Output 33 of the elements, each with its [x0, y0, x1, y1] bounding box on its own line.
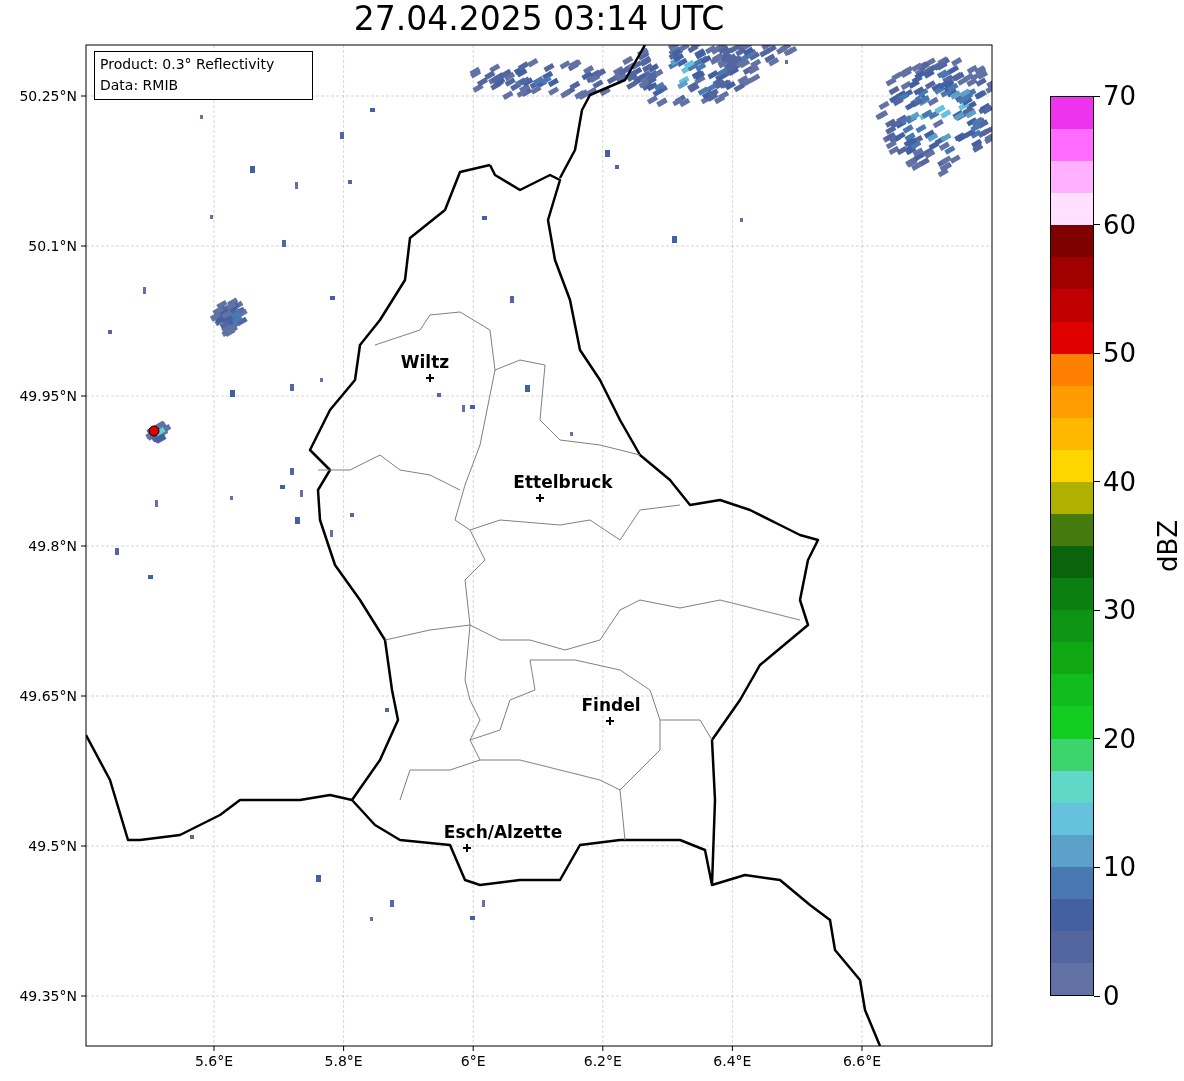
city-marker-icon	[605, 716, 615, 726]
latitude-label: 50.1°N	[28, 238, 77, 254]
colorbar-tick-label: 10	[1103, 852, 1137, 883]
city-label: Esch/Alzette	[443, 822, 563, 842]
latitude-label: 49.35°N	[19, 988, 77, 1004]
longitude-label: 6.2°E	[583, 1053, 622, 1069]
colorbar-label: dBZ	[1153, 519, 1184, 573]
colorbar-tick-label: 30	[1103, 595, 1137, 626]
colorbar-tick-label: 50	[1103, 338, 1137, 369]
latitude-label: 49.5°N	[28, 838, 77, 854]
longitude-label: 5.8°E	[324, 1053, 363, 1069]
colorbar-tick-label: 40	[1103, 466, 1137, 497]
colorbar-tick-label: 20	[1103, 723, 1137, 754]
longitude-label: 6°E	[460, 1053, 486, 1069]
latitude-label: 50.25°N	[19, 88, 77, 104]
latitude-label: 49.95°N	[19, 388, 77, 404]
longitude-label: 6.6°E	[842, 1053, 882, 1069]
longitude-label: 5.6°E	[194, 1053, 234, 1069]
city-label: Findel	[581, 695, 641, 715]
city-marker-icon	[425, 373, 435, 383]
city-marker-icon	[462, 843, 472, 853]
colorbar-tick-label: 60	[1103, 209, 1137, 240]
chart-title: 27.04.2025 03:14 UTC	[353, 0, 725, 40]
info-text: Product: 0.3° Reflectivity	[100, 56, 275, 72]
city-label: Wiltz	[400, 352, 450, 372]
latitude-label: 49.8°N	[28, 538, 77, 554]
info-text: Data: RMIB	[100, 77, 179, 93]
latitude-label: 49.65°N	[19, 688, 77, 704]
colorbar-tick-label: 70	[1103, 81, 1137, 111]
longitude-label: 6.4°E	[713, 1053, 752, 1069]
city-marker-icon	[535, 493, 545, 503]
colorbar-tick-label: 0	[1103, 981, 1120, 1011]
city-label: Ettelbruck	[513, 472, 613, 492]
